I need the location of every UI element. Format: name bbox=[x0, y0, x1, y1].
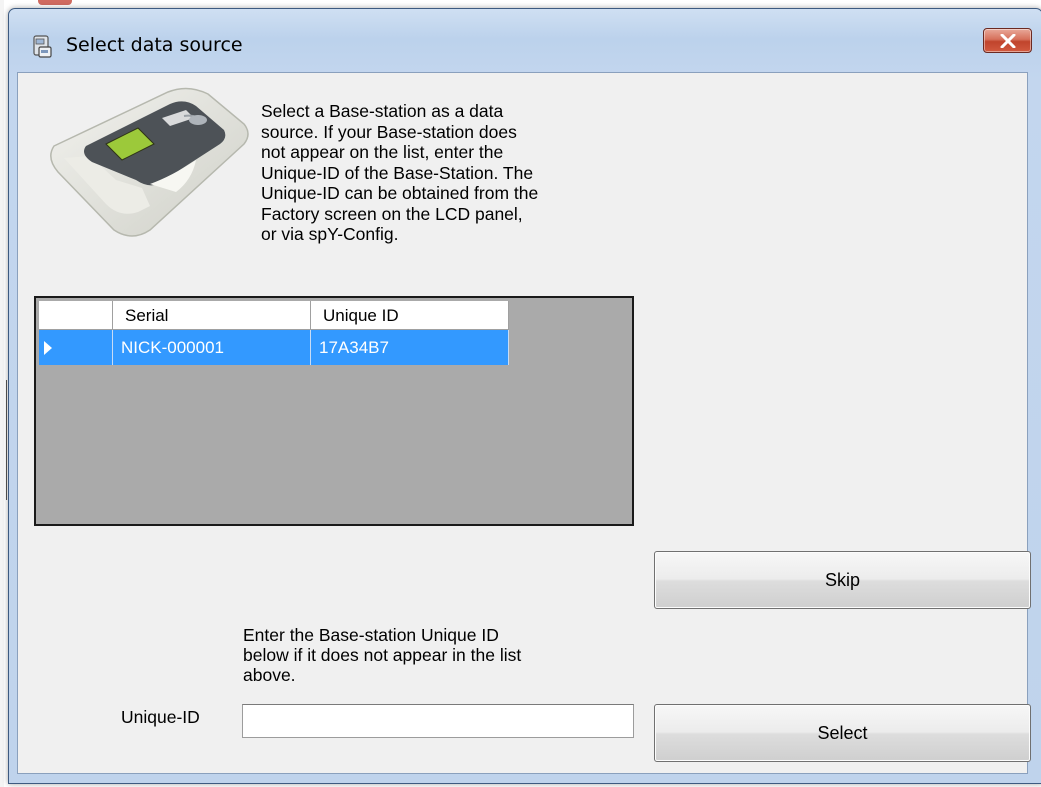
row-header[interactable] bbox=[39, 330, 113, 365]
row-selector-arrow-icon bbox=[44, 341, 52, 355]
dialog-client-area: Select a Base-station as a data source. … bbox=[17, 72, 1031, 774]
app-icon bbox=[33, 35, 52, 58]
close-button[interactable] bbox=[983, 28, 1032, 53]
column-header-serial[interactable]: Serial bbox=[113, 301, 311, 330]
background-edge bbox=[0, 0, 4, 787]
skip-button[interactable]: Skip bbox=[654, 551, 1031, 609]
close-icon bbox=[1000, 33, 1015, 48]
desktop-background: Select data source Select a Base-station… bbox=[0, 0, 1041, 787]
enter-id-instructions: Enter the Base-station Unique ID below i… bbox=[243, 625, 522, 685]
cell-unique-id[interactable]: 17A34B7 bbox=[311, 330, 509, 365]
background-line bbox=[6, 380, 7, 500]
column-header-unique-id[interactable]: Unique ID bbox=[311, 301, 509, 330]
cell-serial[interactable]: NICK-000001 bbox=[113, 330, 311, 365]
select-button[interactable]: Select bbox=[654, 704, 1031, 762]
grid-header-corner bbox=[39, 301, 113, 330]
grid-header: Serial Unique ID bbox=[39, 301, 509, 330]
base-station-device-icon bbox=[50, 87, 249, 237]
table-row[interactable]: NICK-000001 17A34B7 bbox=[39, 330, 509, 365]
instructions-text: Select a Base-station as a data source. … bbox=[261, 101, 539, 244]
unique-id-input[interactable] bbox=[242, 704, 634, 738]
base-station-grid[interactable]: Serial Unique ID NICK-000001 17A34B7 bbox=[34, 296, 634, 526]
background-logo-fragment bbox=[38, 0, 72, 5]
select-data-source-dialog: Select data source Select a Base-station… bbox=[8, 8, 1041, 784]
unique-id-label: Unique-ID bbox=[121, 707, 200, 727]
window-title: Select data source bbox=[66, 34, 243, 56]
title-bar[interactable]: Select data source bbox=[9, 9, 1041, 81]
